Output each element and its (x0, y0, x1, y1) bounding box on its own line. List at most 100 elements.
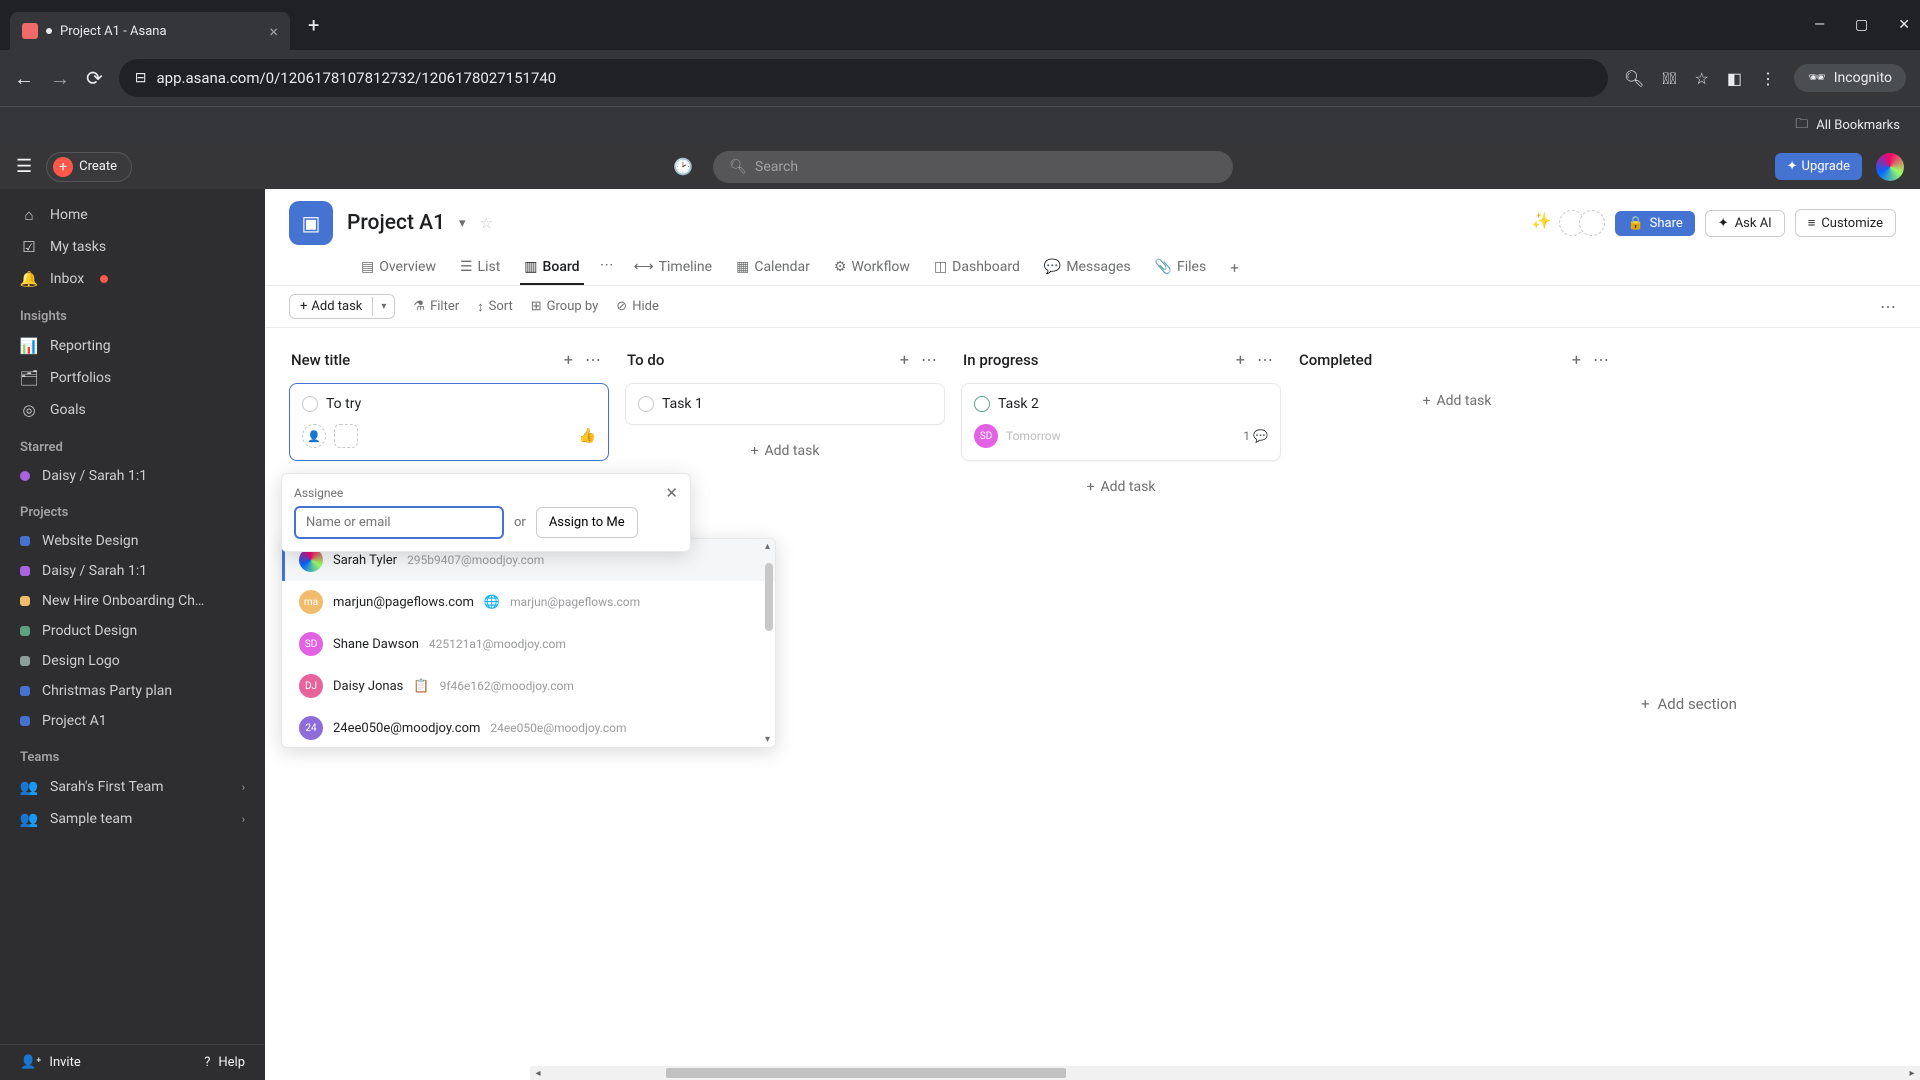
assignee-option[interactable]: mamarjun@pageflows.com🌐marjun@pageflows.… (282, 581, 775, 623)
complete-circle-icon[interactable] (638, 396, 654, 412)
search-icon[interactable]: 🔍︎ (1624, 69, 1644, 88)
assignee-option[interactable]: DJDaisy Jonas📋9f46e162@moodjoy.com (282, 665, 775, 707)
url-bar[interactable]: ⊟ app.asana.com/0/1206178107812732/12061… (119, 59, 1608, 97)
help-button[interactable]: ?Help (204, 1055, 245, 1070)
add-task-link[interactable]: +Add task (1297, 383, 1617, 419)
column-title[interactable]: In progress (963, 351, 1230, 369)
hide-button[interactable]: ⊘Hide (616, 299, 659, 314)
group-by-button[interactable]: ⊞Group by (531, 299, 599, 314)
reload-icon[interactable]: ⟳ (86, 66, 103, 90)
assignee-placeholder-icon[interactable]: 👤 (302, 424, 326, 448)
global-search[interactable]: 🔍︎ Search (713, 151, 1233, 183)
assignee-input[interactable] (294, 506, 504, 539)
scroll-down-icon[interactable]: ▾ (765, 734, 770, 745)
filter-button[interactable]: ⚗Filter (413, 299, 459, 314)
column-add-icon[interactable]: + (1566, 348, 1587, 371)
sidebar-project-item[interactable]: Product Design (0, 616, 265, 646)
ai-sparkle-icon[interactable]: ✨ (1531, 211, 1555, 235)
eye-off-icon[interactable]: 👁̸ (1662, 69, 1676, 88)
close-window-icon[interactable]: ✕ (1898, 17, 1910, 33)
tab-overview[interactable]: ▤Overview (351, 253, 446, 285)
scroll-up-icon[interactable]: ▴ (765, 541, 770, 552)
sidebar-team-item[interactable]: 👥Sample team› (0, 803, 265, 835)
create-button[interactable]: + Create (46, 152, 132, 182)
comment-count[interactable]: 1💬 (1243, 429, 1268, 443)
minimize-icon[interactable]: — (1814, 17, 1825, 33)
column-title[interactable]: To do (627, 351, 894, 369)
sidebar-item-goals[interactable]: ◎Goals (0, 394, 265, 426)
ask-ai-button[interactable]: ✦Ask AI (1705, 210, 1785, 237)
new-tab-button[interactable]: + (308, 13, 319, 37)
sidebar-item-portfolios[interactable]: 🗂Portfolios (0, 362, 265, 394)
tab-list[interactable]: ☰List (450, 253, 510, 285)
all-bookmarks-link[interactable]: All Bookmarks (1816, 118, 1900, 133)
scroll-left-icon[interactable]: ◂ (530, 1068, 546, 1079)
column-more-icon[interactable]: ⋯ (915, 348, 943, 371)
dropdown-scrollbar[interactable]: ▴ ▾ (765, 545, 773, 741)
chevron-down-icon[interactable]: ▾ (459, 216, 466, 231)
share-button[interactable]: 🔒Share (1615, 211, 1694, 236)
tab-more-icon[interactable]: ⋯ (594, 253, 620, 285)
assignee-option[interactable]: 2424ee050e@moodjoy.com24ee050e@moodjoy.c… (282, 707, 775, 748)
assignee-option[interactable]: SDShane Dawson425121a1@moodjoy.com (282, 623, 775, 665)
horizontal-scrollbar[interactable]: ◂ ▸ (530, 1066, 1920, 1080)
scroll-right-icon[interactable]: ▸ (1904, 1068, 1920, 1079)
sidebar-project-item[interactable]: Design Logo (0, 646, 265, 676)
forward-icon[interactable]: → (50, 66, 70, 91)
customize-button[interactable]: ≡Customize (1795, 209, 1896, 237)
star-icon[interactable]: ☆ (480, 214, 493, 232)
maximize-icon[interactable]: ▢ (1855, 17, 1868, 33)
tab-messages[interactable]: 💬Messages (1034, 253, 1141, 285)
close-tab-icon[interactable]: × (269, 22, 278, 41)
sidebar-item-inbox[interactable]: 🔔Inbox (0, 263, 265, 295)
bookmark-star-icon[interactable]: ☆ (1694, 69, 1708, 88)
column-more-icon[interactable]: ⋯ (1587, 348, 1615, 371)
sidebar-project-item[interactable]: Website Design (0, 526, 265, 556)
tab-calendar[interactable]: ▦Calendar (726, 253, 820, 285)
menu-icon[interactable]: ⋮ (1760, 69, 1776, 88)
sidebar-project-item[interactable]: Christmas Party plan (0, 676, 265, 706)
tab-workflow[interactable]: ⚙Workflow (824, 253, 920, 285)
task-card[interactable]: Task 1 (625, 383, 945, 425)
assignee-avatar[interactable]: SD (974, 424, 998, 448)
column-title[interactable]: New title (291, 351, 558, 369)
members-stack[interactable] (1565, 210, 1605, 236)
column-add-icon[interactable]: + (894, 348, 915, 371)
sidebar-item-my-tasks[interactable]: ☑My tasks (0, 231, 265, 263)
sidebar-project-item[interactable]: Daisy / Sarah 1:1 (0, 556, 265, 586)
sidebar-project-item[interactable]: New Hire Onboarding Ch… (0, 586, 265, 616)
sidebar-item-home[interactable]: ⌂Home (0, 199, 265, 231)
sidebar-team-item[interactable]: 👥Sarah's First Team› (0, 771, 265, 803)
sidebar-project-item[interactable]: Project A1 (0, 706, 265, 736)
column-title[interactable]: Completed (1299, 351, 1566, 369)
complete-circle-icon[interactable] (302, 396, 318, 412)
add-task-button[interactable]: +Add task ▾ (289, 294, 395, 319)
site-info-icon[interactable]: ⊟ (135, 70, 147, 86)
task-card[interactable]: To try 👤 👍 (289, 383, 609, 461)
more-icon[interactable]: ⋯ (1880, 297, 1896, 316)
column-more-icon[interactable]: ⋯ (1251, 348, 1279, 371)
task-card[interactable]: Task 2 SD Tomorrow 1💬 (961, 383, 1281, 461)
like-icon[interactable]: 👍 (579, 428, 596, 444)
sidebar-starred-item[interactable]: Daisy / Sarah 1:1 (0, 461, 265, 491)
invite-button[interactable]: 👤⁺Invite (20, 1055, 81, 1070)
column-add-icon[interactable]: + (1230, 348, 1251, 371)
browser-tab[interactable]: Project A1 - Asana × (10, 12, 290, 50)
sidebar-item-reporting[interactable]: 📊Reporting (0, 330, 265, 362)
add-task-link[interactable]: +Add task (961, 469, 1281, 505)
clock-icon[interactable]: 🕑 (673, 157, 693, 176)
tab-dashboard[interactable]: ◫Dashboard (924, 253, 1030, 285)
panel-icon[interactable]: ◧ (1727, 69, 1742, 88)
back-icon[interactable]: ← (14, 66, 34, 91)
sort-button[interactable]: ↕Sort (477, 299, 513, 315)
close-icon[interactable]: ✕ (665, 484, 678, 502)
complete-circle-icon[interactable] (974, 396, 990, 412)
column-add-icon[interactable]: + (558, 348, 579, 371)
scroll-thumb[interactable] (765, 563, 773, 631)
add-section-button[interactable]: +Add section (1633, 344, 1745, 1064)
hamburger-icon[interactable]: ☰ (16, 156, 32, 177)
chevron-down-icon[interactable]: ▾ (372, 297, 394, 316)
scroll-thumb[interactable] (666, 1068, 1066, 1078)
column-more-icon[interactable]: ⋯ (579, 348, 607, 371)
add-tab-icon[interactable]: + (1220, 253, 1249, 285)
